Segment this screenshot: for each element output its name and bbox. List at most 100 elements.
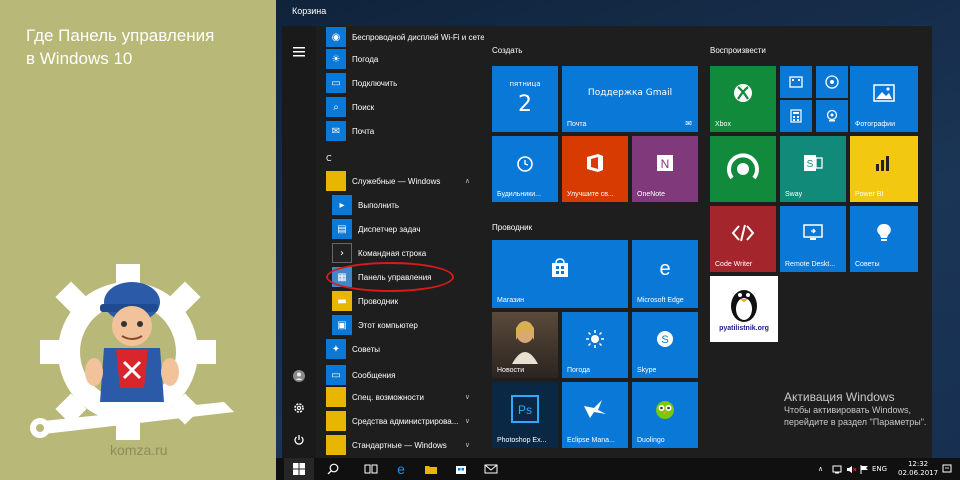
photos-tile[interactable]: Фотографии	[850, 66, 918, 132]
calculator-tile[interactable]	[780, 100, 812, 132]
green-arc-tile[interactable]	[710, 136, 776, 202]
power-icon[interactable]	[289, 430, 309, 450]
tray-notification-arrow-icon[interactable]: ∧	[818, 458, 823, 480]
tray-network-icon[interactable]	[832, 458, 842, 480]
app-label: Беспроводной дисплей Wi-Fi и сетевых	[352, 32, 484, 42]
taskbar-mail-icon[interactable]	[476, 458, 506, 480]
app-item-connect[interactable]: ▭ Подключить	[326, 72, 397, 94]
tile-label: Новости	[497, 367, 525, 374]
sway-tile[interactable]: S Sway	[780, 136, 846, 202]
folder-accessibility[interactable]: Спец. возможности ∨	[326, 386, 480, 408]
folder-label: Спец. возможности	[352, 392, 424, 402]
tray-language[interactable]: ENG	[872, 458, 887, 480]
app-item-mail[interactable]: ✉ Почта	[326, 120, 374, 142]
group-title-create[interactable]: Создать	[492, 46, 522, 55]
recycle-bin-label[interactable]: Корзина	[292, 6, 326, 16]
app-label: Этот компьютер	[358, 320, 418, 330]
remote-desktop-icon	[780, 206, 846, 260]
app-label: Сообщения	[352, 370, 396, 380]
edge-tile[interactable]: e Microsoft Edge	[632, 240, 698, 308]
tray-flag-icon[interactable]	[860, 458, 869, 480]
tray-clock[interactable]: 12:32 02.06.2017	[898, 458, 938, 480]
weather-tile[interactable]: Погода	[562, 312, 628, 378]
tile-label: Skype	[637, 367, 657, 374]
pyatilistnik-label: pyatilistnik.org	[719, 325, 769, 332]
hamburger-menu-icon[interactable]	[289, 42, 309, 62]
chevron-down-icon[interactable]: ∨	[465, 417, 470, 425]
skype-tile[interactable]: S Skype	[632, 312, 698, 378]
lightbulb-icon	[850, 206, 918, 260]
tray-volume-mute-icon[interactable]	[846, 458, 857, 480]
codewriter-tile[interactable]: Code Writer	[710, 206, 776, 272]
svg-text:S: S	[807, 159, 814, 170]
taskbar-edge-icon[interactable]: e	[386, 458, 416, 480]
folder-admin-tools[interactable]: Средства администрирова... ∨	[326, 410, 480, 432]
activation-watermark: Активация Windows Чтобы активировать Win…	[784, 390, 926, 428]
group-title-play[interactable]: Воспроизвести	[710, 46, 766, 55]
chevron-down-icon[interactable]: ∨	[465, 393, 470, 401]
app-item-wireless[interactable]: ◉ Беспроводной дисплей Wi-Fi и сетевых	[326, 26, 484, 48]
calendar-tile[interactable]: пятница 2	[492, 66, 558, 132]
tile-label: Sway	[785, 191, 803, 198]
tray-date: 02.06.2017	[898, 469, 939, 477]
mechanic-gear-logo	[30, 264, 234, 440]
group-title-explorer[interactable]: Проводник	[492, 223, 532, 232]
xbox-tile[interactable]: Xbox	[710, 66, 776, 132]
onenote-tile[interactable]: N OneNote	[632, 136, 698, 202]
tray-time: 12:32	[907, 460, 929, 468]
calendar-date: 2	[518, 92, 532, 117]
folder-system-tools[interactable]: Служебные — Windows ∧	[326, 170, 480, 192]
folder-label: Средства администрирова...	[352, 416, 459, 426]
mail-tile[interactable]: Поддержка Gmail Почта ✉	[562, 66, 698, 132]
explorer-icon: ▬	[332, 291, 352, 311]
taskbar-search-icon[interactable]	[318, 458, 348, 480]
alarms-tile[interactable]: Будильники...	[492, 136, 558, 202]
app-item-this-pc[interactable]: ▣ Этот компьютер	[332, 314, 418, 336]
movies-tile[interactable]	[780, 66, 812, 98]
onenote-icon: N	[632, 136, 698, 190]
app-item-run[interactable]: ▸ Выполнить	[332, 194, 399, 216]
store-tile[interactable]: Магазин	[492, 240, 628, 308]
photoshop-tile[interactable]: Ps Photoshop Ex...	[492, 382, 558, 448]
office-tile[interactable]: Улучшите св...	[562, 136, 628, 202]
pyatilistnik-tile[interactable]: pyatilistnik.org	[710, 276, 778, 342]
tile-label: Фотографии	[855, 121, 896, 128]
duolingo-tile[interactable]: Duolingo	[632, 382, 698, 448]
taskbar-explorer-icon[interactable]	[416, 458, 446, 480]
action-center-icon[interactable]	[942, 458, 952, 480]
camera-tile[interactable]	[816, 100, 848, 132]
tile-label: Почта	[567, 121, 587, 128]
settings-gear-icon[interactable]	[289, 398, 309, 418]
taskbar: e ∧ ENG 12:32 02.06.2017	[276, 458, 960, 480]
start-button[interactable]	[284, 458, 314, 480]
app-list: ◉ Беспроводной дисплей Wi-Fi и сетевых ☀…	[318, 26, 484, 458]
chevron-down-icon[interactable]: ∨	[465, 441, 470, 449]
app-item-cmd[interactable]: › Командная строка	[332, 242, 426, 264]
taskbar-task-view-icon[interactable]	[356, 458, 386, 480]
svg-text:e: e	[659, 258, 670, 279]
remote-desktop-tile[interactable]: Remote Deskt...	[780, 206, 846, 272]
news-tile[interactable]: Новости	[492, 312, 558, 378]
tips-tile[interactable]: Советы	[850, 206, 918, 272]
skype-icon: S	[632, 312, 698, 366]
app-item-task-manager[interactable]: ▤ Диспетчер задач	[332, 218, 421, 240]
chevron-up-icon[interactable]: ∧	[465, 177, 470, 185]
app-label: Проводник	[358, 296, 399, 306]
tile-label: Улучшите св...	[567, 191, 614, 198]
eclipse-tile[interactable]: Eclipse Mana...	[562, 382, 628, 448]
app-item-messages[interactable]: ▭ Сообщения	[326, 364, 395, 386]
section-letter-c[interactable]: C	[326, 154, 332, 163]
tips-icon: ✦	[326, 339, 346, 359]
user-avatar-icon[interactable]	[289, 366, 309, 386]
app-item-explorer[interactable]: ▬ Проводник	[332, 290, 398, 312]
app-item-search[interactable]: ⌕ Поиск	[326, 96, 374, 118]
powerbi-tile[interactable]: Power BI	[850, 136, 918, 202]
groove-tile[interactable]	[816, 66, 848, 98]
windows-logo-icon	[293, 463, 305, 475]
app-item-tips[interactable]: ✦ Советы	[326, 338, 380, 360]
headline-line-1: Где Панель управления	[26, 26, 215, 45]
folder-accessories[interactable]: Стандартные — Windows ∨	[326, 434, 480, 456]
taskbar-store-icon[interactable]	[446, 458, 476, 480]
highlight-annotation-ring	[326, 262, 454, 292]
app-item-weather[interactable]: ☀ Погода	[326, 48, 378, 70]
